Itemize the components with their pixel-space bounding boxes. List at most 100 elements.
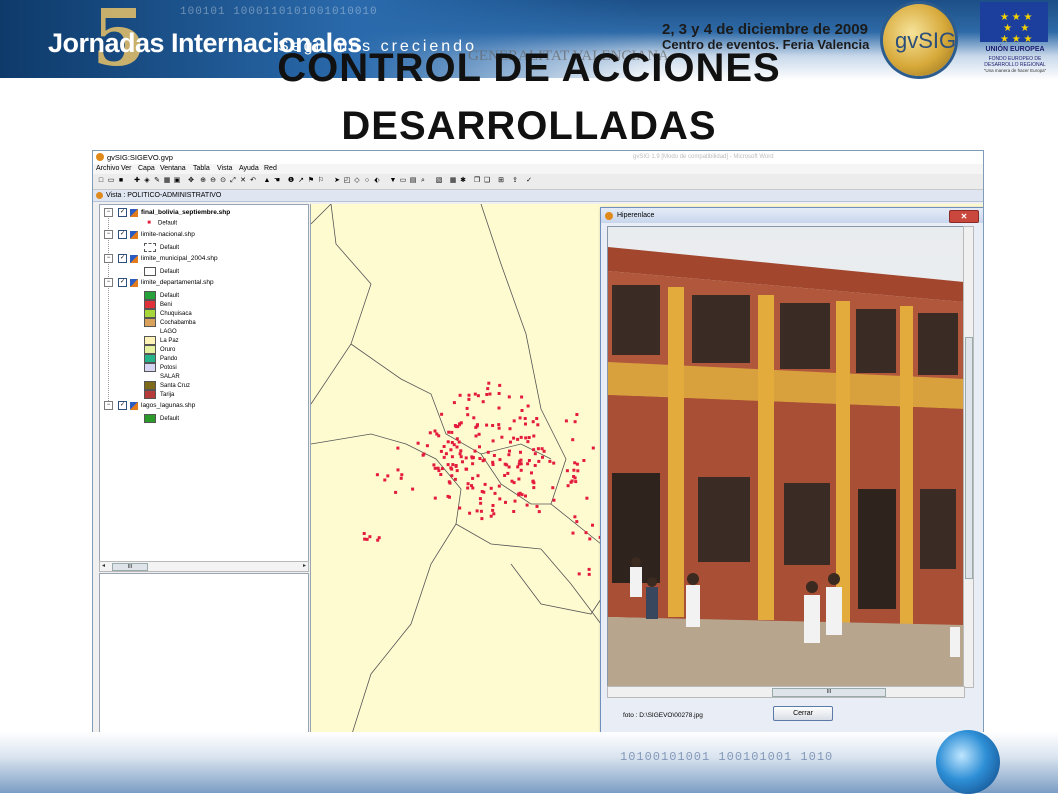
survey-point[interactable] (485, 423, 489, 427)
survey-point[interactable] (435, 432, 439, 436)
survey-point[interactable] (459, 449, 463, 453)
survey-point[interactable] (572, 468, 576, 472)
pointer-icon[interactable]: ➤ (333, 177, 341, 185)
survey-point[interactable] (433, 496, 437, 500)
scroll-thumb[interactable]: III (772, 688, 886, 697)
survey-point[interactable] (450, 474, 454, 478)
survey-point[interactable] (570, 479, 574, 483)
survey-point[interactable] (518, 459, 522, 463)
survey-point[interactable] (517, 492, 521, 496)
survey-point[interactable] (491, 424, 495, 427)
survey-point[interactable] (518, 416, 522, 420)
survey-point[interactable] (473, 392, 477, 396)
survey-point[interactable] (527, 459, 531, 462)
survey-point[interactable] (475, 509, 479, 513)
zoom-previous-icon[interactable]: ↶ (249, 177, 257, 185)
select-circle-icon[interactable]: ○ (363, 177, 371, 185)
survey-point[interactable] (467, 397, 471, 401)
survey-point[interactable] (588, 537, 592, 541)
survey-point[interactable] (464, 456, 468, 460)
collapse-toggle-icon[interactable]: − (104, 278, 113, 287)
survey-point[interactable] (591, 446, 595, 450)
survey-point[interactable] (452, 443, 456, 447)
menu-ventana[interactable]: Ventana (160, 165, 186, 172)
survey-point[interactable] (517, 462, 521, 466)
layer-visibility-checkbox[interactable]: ✓ (118, 208, 127, 217)
layer-limite-nacional[interactable]: − ✓ limite-nacional.shp (104, 230, 195, 240)
survey-point[interactable] (471, 476, 475, 480)
survey-point[interactable] (516, 437, 520, 441)
scroll-thumb[interactable] (965, 337, 973, 579)
survey-point[interactable] (432, 463, 436, 467)
survey-point[interactable] (396, 468, 400, 472)
pan-tool-icon[interactable]: ✥ (187, 177, 195, 185)
locate-icon[interactable]: ⌕ (419, 177, 427, 185)
survey-point[interactable] (466, 482, 470, 486)
survey-point[interactable] (476, 423, 479, 427)
layer-limite-departamental[interactable]: − ✓ limite_departamental.shp (104, 278, 214, 288)
survey-point[interactable] (537, 459, 541, 463)
survey-point[interactable] (566, 484, 570, 488)
graph-icon[interactable]: ▦ (449, 177, 457, 185)
survey-point[interactable] (571, 531, 575, 535)
survey-point[interactable] (577, 572, 581, 576)
hand-icon[interactable]: ☚ (273, 177, 281, 185)
survey-point[interactable] (552, 461, 556, 465)
survey-point[interactable] (386, 474, 390, 478)
survey-point[interactable] (516, 465, 520, 469)
survey-point[interactable] (447, 430, 451, 434)
survey-point[interactable] (491, 504, 495, 507)
survey-point[interactable] (587, 567, 591, 571)
survey-point[interactable] (439, 449, 443, 453)
select-icon[interactable]: ▲ (263, 177, 271, 185)
survey-point[interactable] (433, 466, 437, 470)
survey-point[interactable] (489, 486, 493, 490)
survey-point[interactable] (383, 478, 387, 482)
collapse-toggle-icon[interactable]: − (104, 208, 113, 217)
survey-point[interactable] (512, 510, 516, 513)
survey-point[interactable] (474, 425, 478, 429)
survey-point[interactable] (422, 452, 426, 456)
survey-point[interactable] (573, 420, 577, 424)
menu-tabla[interactable]: Tabla (193, 165, 210, 172)
survey-point[interactable] (486, 387, 490, 391)
collapse-toggle-icon[interactable]: − (104, 230, 113, 239)
survey-point[interactable] (470, 456, 474, 460)
survey-point[interactable] (524, 494, 527, 498)
open-folder-icon[interactable]: ▭ (107, 177, 115, 185)
toc-horizontal-scrollbar[interactable]: ◂ III ▸ (99, 561, 309, 572)
hyperlink-icon[interactable]: ⚑ (307, 177, 315, 185)
layer-visibility-checkbox[interactable]: ✓ (118, 401, 127, 410)
export-icon[interactable]: ⇪ (511, 177, 519, 185)
survey-point[interactable] (489, 514, 493, 518)
survey-point[interactable] (416, 441, 420, 445)
survey-point[interactable] (498, 383, 502, 387)
survey-point[interactable] (520, 395, 524, 399)
survey-point[interactable] (493, 491, 497, 495)
survey-point[interactable] (513, 499, 517, 503)
survey-point[interactable] (487, 381, 491, 385)
survey-point[interactable] (377, 536, 381, 540)
layer-final-bolivia[interactable]: − ✓ final_bolivia_septiembre.shp (104, 208, 230, 218)
survey-point[interactable] (461, 460, 464, 464)
survey-point[interactable] (465, 406, 469, 410)
survey-point[interactable] (476, 474, 480, 478)
survey-point[interactable] (591, 523, 594, 527)
survey-point[interactable] (542, 449, 546, 453)
survey-point[interactable] (486, 450, 490, 454)
survey-point[interactable] (573, 476, 577, 480)
zoom-in-icon[interactable]: ⊕ (199, 177, 207, 185)
survey-point[interactable] (458, 452, 462, 456)
survey-point[interactable] (526, 440, 530, 444)
survey-point[interactable] (442, 455, 446, 459)
survey-point[interactable] (451, 463, 455, 467)
survey-point[interactable] (533, 464, 537, 467)
survey-point[interactable] (467, 393, 471, 397)
survey-point[interactable] (498, 497, 502, 501)
survey-point[interactable] (446, 463, 450, 467)
survey-point[interactable] (488, 392, 492, 396)
survey-point[interactable] (468, 511, 472, 515)
survey-point[interactable] (540, 447, 544, 451)
survey-point[interactable] (507, 395, 511, 399)
info-icon[interactable]: ❶ (287, 177, 295, 185)
